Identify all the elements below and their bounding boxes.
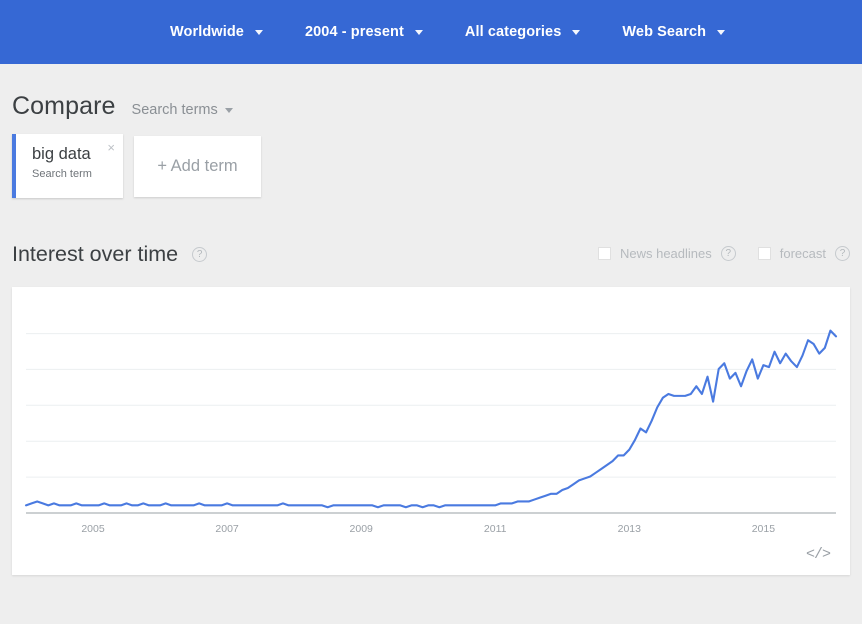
- chevron-down-icon: [254, 29, 263, 35]
- help-icon[interactable]: ?: [192, 247, 208, 262]
- x-axis-tick-label: 2015: [752, 523, 776, 535]
- filter-timerange-label: 2004 - present: [304, 24, 404, 40]
- option-news-headlines[interactable]: News headlines ?: [597, 246, 736, 261]
- chevron-down-icon: [717, 29, 726, 35]
- term-card-name: big data: [32, 145, 91, 163]
- google-trends-page: Worldwide 2004 - present All categories …: [0, 0, 862, 624]
- forecast-label: forecast: [779, 246, 826, 261]
- trend-line: [24, 329, 838, 509]
- compare-type-label: Search terms: [131, 102, 218, 118]
- filter-location-label: Worldwide: [170, 24, 244, 40]
- filter-location[interactable]: Worldwide: [170, 24, 263, 40]
- chevron-down-icon: [414, 29, 423, 35]
- filter-category[interactable]: All categories: [465, 24, 581, 40]
- help-icon[interactable]: ?: [835, 246, 850, 261]
- forecast-checkbox[interactable]: [757, 247, 771, 260]
- chevron-down-icon: [224, 107, 233, 113]
- interest-over-time-chart-card: 2005 2007 2009 2011 2013 2015 </>: [12, 287, 850, 575]
- top-filter-bar: Worldwide 2004 - present All categories …: [0, 0, 862, 64]
- add-term-button[interactable]: + Add term: [134, 136, 261, 197]
- filter-search-type[interactable]: Web Search: [622, 24, 726, 40]
- interest-over-time-header: Interest over time ?: [12, 242, 208, 267]
- news-headlines-label: News headlines: [619, 246, 712, 261]
- x-axis-tick-label: 2013: [618, 523, 642, 535]
- term-card-subtitle: Search term: [32, 168, 92, 180]
- trends-line-chart[interactable]: 2005 2007 2009 2011 2013 2015: [12, 287, 850, 575]
- x-axis-tick-label: 2007: [215, 523, 239, 535]
- compare-type-selector[interactable]: Search terms: [132, 102, 233, 118]
- x-axis-tick-labels: 2005 2007 2009 2011 2013 2015: [81, 523, 775, 535]
- compare-title: Compare: [12, 92, 116, 120]
- x-axis-tick-label: 2009: [350, 523, 374, 535]
- filter-search-type-label: Web Search: [622, 24, 707, 40]
- filter-timerange[interactable]: 2004 - present: [305, 24, 423, 40]
- option-forecast[interactable]: forecast ?: [757, 246, 850, 261]
- chart-gridlines: [26, 333, 836, 478]
- x-axis-tick-label: 2005: [81, 523, 105, 535]
- close-icon[interactable]: ×: [107, 141, 115, 154]
- compare-term-cards: big data Search term × + Add term: [12, 134, 261, 198]
- section-title: Interest over time: [12, 242, 179, 266]
- chevron-down-icon: [572, 29, 581, 35]
- compare-header: Compare Search terms: [12, 92, 233, 121]
- chart-options: News headlines ? forecast ?: [576, 246, 850, 261]
- help-icon[interactable]: ?: [720, 246, 736, 261]
- filter-category-label: All categories: [464, 24, 562, 40]
- news-headlines-checkbox[interactable]: [597, 247, 611, 260]
- embed-code-icon[interactable]: </>: [806, 546, 831, 563]
- x-axis-tick-label: 2011: [484, 523, 507, 535]
- term-card-big-data[interactable]: big data Search term ×: [12, 134, 123, 198]
